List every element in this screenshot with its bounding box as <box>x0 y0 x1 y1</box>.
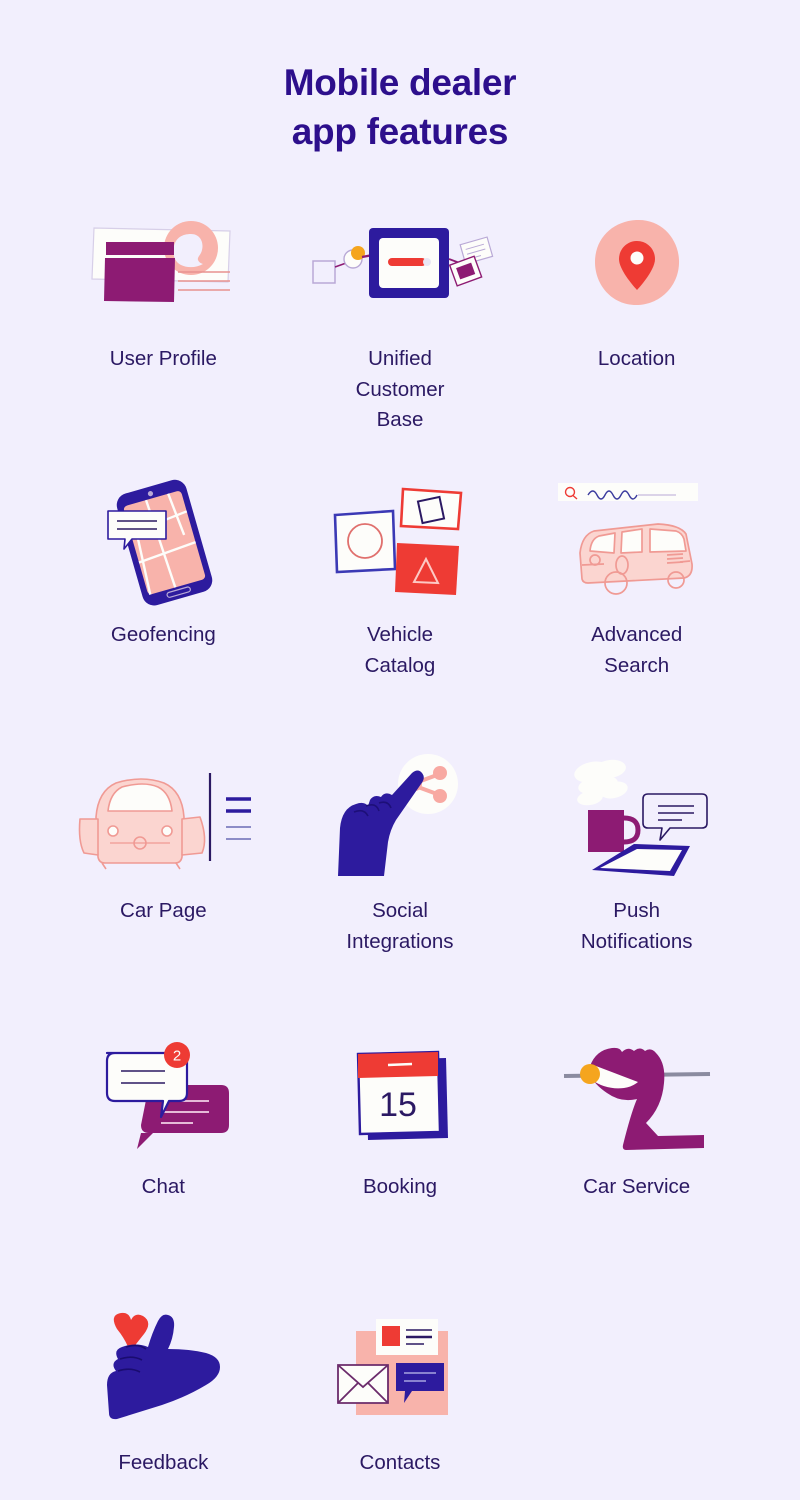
feature-label: User Profile <box>109 347 217 371</box>
feature-card-car-page[interactable]: Car Page <box>45 748 282 1024</box>
feature-label: Car Service <box>583 1175 691 1199</box>
geofencing-phone-icon <box>68 476 258 606</box>
user-profile-icon <box>68 200 258 330</box>
feature-label: Location <box>597 347 676 371</box>
feature-label: Chat <box>141 1175 185 1199</box>
feature-card-unified-customer-base[interactable]: Unified Customer Base <box>282 196 519 472</box>
feature-card-location[interactable]: Location <box>518 196 755 472</box>
advanced-search-van-icon <box>542 476 732 606</box>
infographic-page: Mobile dealer app features User Profile <box>0 0 800 1500</box>
feature-card-feedback[interactable]: Feedback <box>45 1300 282 1500</box>
social-integrations-hand-icon <box>305 752 495 882</box>
booking-calendar-icon: 15 <box>305 1028 495 1158</box>
page-title-line-1: Mobile dealer <box>283 62 517 103</box>
feature-card-user-profile[interactable]: User Profile <box>45 196 282 472</box>
location-pin-icon <box>542 200 732 330</box>
car-service-hand-wrench-icon <box>542 1028 732 1158</box>
feature-label: Push Notifications <box>580 899 693 953</box>
feature-label: Geofencing <box>110 623 216 647</box>
chat-bubbles-icon: 2 <box>68 1028 258 1158</box>
vehicle-catalog-icon <box>305 476 495 606</box>
feature-card-car-service[interactable]: Car Service <box>518 1024 755 1300</box>
feature-label: Vehicle Catalog <box>364 623 436 677</box>
booking-calendar-day: 15 <box>379 1086 417 1124</box>
page-title: Mobile dealer app features <box>0 0 800 156</box>
feature-label: Unified Customer Base <box>355 347 445 431</box>
feature-card-geofencing[interactable]: Geofencing <box>45 472 282 748</box>
feedback-thumbs-up-icon <box>68 1304 258 1434</box>
feature-card-chat[interactable]: 2 Chat <box>45 1024 282 1300</box>
feature-card-social-integrations[interactable]: Social Integrations <box>282 748 519 1024</box>
features-grid: User Profile Unified Customer Base Locat… <box>0 196 800 1500</box>
feature-card-contacts[interactable]: Contacts <box>282 1300 519 1500</box>
push-notifications-card[interactable]: Push Notifications <box>518 748 755 1024</box>
feature-card-booking[interactable]: 15 Booking <box>282 1024 519 1300</box>
feature-label: Booking <box>362 1175 438 1199</box>
feature-label: Contacts <box>359 1451 441 1475</box>
unified-customer-base-icon <box>305 200 495 330</box>
feature-card-advanced-search[interactable]: Advanced Search <box>518 472 755 748</box>
push-notifications-icon <box>542 752 732 882</box>
feature-label: Car Page <box>120 899 207 923</box>
feature-label: Social Integrations <box>346 899 454 953</box>
feature-label: Feedback <box>118 1451 209 1475</box>
feature-card-vehicle-catalog[interactable]: Vehicle Catalog <box>282 472 519 748</box>
car-page-icon <box>68 752 258 882</box>
contacts-envelope-icon <box>305 1304 495 1434</box>
feature-label: Advanced Search <box>591 623 683 677</box>
page-title-line-2: app features <box>291 111 509 153</box>
chat-unread-badge: 2 <box>173 1048 181 1065</box>
